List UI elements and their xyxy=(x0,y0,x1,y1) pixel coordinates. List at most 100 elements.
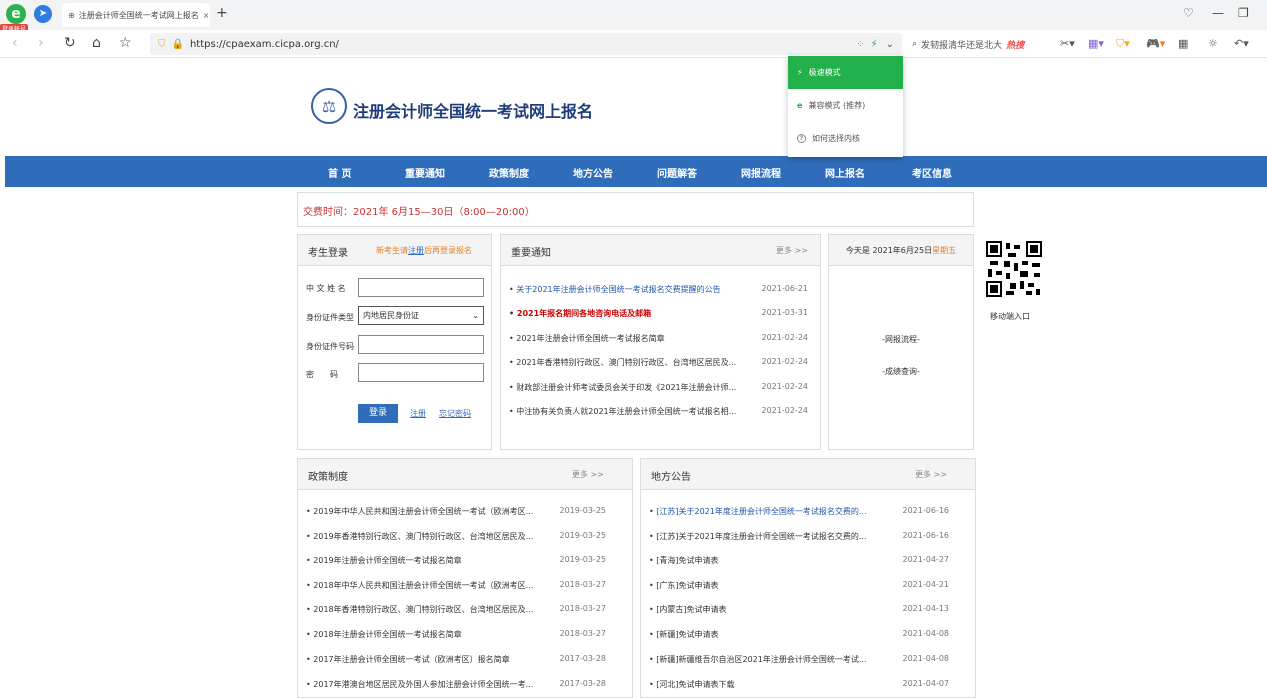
item-text: 2021年注册会计师全国统一考试报名简章 xyxy=(509,333,744,344)
apps-grid-icon[interactable]: ▦ xyxy=(1178,37,1188,50)
item-text: 2017年港澳台地区居民及外国人参加注册会计师全国统一考... xyxy=(306,679,542,690)
password-label: 密 码 xyxy=(306,370,338,379)
login-title: 考生登录 xyxy=(308,248,348,259)
item-text: 2021年报名期间各地咨询电话及邮箱 xyxy=(509,308,744,319)
item-date: 2018-03-27 xyxy=(559,629,607,638)
promo-text-post: 后再登录报名 xyxy=(424,246,472,255)
new-tab-button[interactable]: + xyxy=(216,5,228,21)
menu-item-fast-mode[interactable]: ⚡ 极速模式 xyxy=(788,56,903,89)
item-date: 2021-02-24 xyxy=(761,406,809,415)
item-text: 2018年注册会计师全国统一考试报名简章 xyxy=(306,629,542,640)
item-date: 2021-04-21 xyxy=(902,580,950,589)
list-item[interactable]: 2021年报名期间各地咨询电话及邮箱 2021-03-31 xyxy=(509,308,812,322)
more-link[interactable]: 更多 >> xyxy=(776,245,808,256)
translate-icon[interactable]: ▦▾ xyxy=(1088,37,1104,50)
more-link[interactable]: 更多 >> xyxy=(915,469,947,480)
item-text: 关于2021年注册会计师全国统一考试报名交费提醒的公告 xyxy=(509,284,744,295)
list-item[interactable]: 财政部注册会计师考试委员会关于印发《2021年注册会计师... 2021-02-2… xyxy=(509,382,812,396)
idtype-label: 身份证件类型 xyxy=(306,313,354,322)
brightness-icon[interactable]: ☼ xyxy=(1208,37,1218,50)
list-item[interactable]: [内蒙古]免试申请表 2021-04-13 xyxy=(649,604,967,618)
search-box[interactable]: ⌕ 发韧报清华还是北大 热搜 xyxy=(912,33,1048,55)
browser-tab[interactable]: ⊕ 注册会计师全国统一考试网上报名 × xyxy=(62,3,210,27)
process-link[interactable]: -网报流程- xyxy=(829,334,973,345)
login-button[interactable]: 登录 xyxy=(358,404,398,423)
item-text: [青海]免试申请表 xyxy=(649,555,885,566)
maximize-icon[interactable]: ❐ xyxy=(1238,6,1249,20)
menu-item-compat-mode[interactable]: e 兼容模式 (推荐) xyxy=(788,89,903,122)
item-text: 2017年注册会计师全国统一考试（欧洲考区）报名简章 xyxy=(306,654,542,665)
list-item[interactable]: 2021年注册会计师全国统一考试报名简章 2021-02-24 xyxy=(509,333,812,347)
skin-icon[interactable]: ♡ xyxy=(1183,6,1194,20)
list-item[interactable]: 2019年注册会计师全国统一考试报名简章 2019-03-25 xyxy=(306,555,624,569)
list-item[interactable]: 2018年香港特别行政区、澳门特别行政区、台湾地区居民及... 2018-03-2… xyxy=(306,604,624,618)
back-icon[interactable]: ‹ xyxy=(12,35,18,51)
score-query-link[interactable]: -成绩查询- xyxy=(829,366,973,377)
extension-icon[interactable]: ⛉▾ xyxy=(1116,37,1130,51)
list-item[interactable]: [新疆]免试申请表 2021-04-08 xyxy=(649,629,967,643)
more-link[interactable]: 更多 >> xyxy=(572,469,604,480)
star-icon[interactable]: ☆ xyxy=(119,35,132,51)
list-item[interactable]: 2019年中华人民共和国注册会计师全国统一考试（欧洲考区... 2019-03-2… xyxy=(306,506,624,520)
password-field[interactable] xyxy=(358,363,484,382)
list-item[interactable]: [青海]免试申请表 2021-04-27 xyxy=(649,555,967,569)
nav-item-policy[interactable]: 政策制度 xyxy=(489,165,529,180)
item-text: [江苏]关于2021年度注册会计师全国统一考试报名交费的... xyxy=(649,531,885,542)
list-item[interactable]: [江苏]关于2021年度注册会计师全国统一考试报名交费的... 2021-06-1… xyxy=(649,531,967,545)
scissors-icon[interactable]: ✂▾ xyxy=(1060,37,1075,50)
minimize-icon[interactable]: — xyxy=(1212,6,1224,20)
list-item[interactable]: 2017年注册会计师全国统一考试（欧洲考区）报名简章 2017-03-28 xyxy=(306,654,624,668)
promo-register-link[interactable]: 注册 xyxy=(408,246,424,255)
nav-item-register[interactable]: 网上报名 xyxy=(825,165,865,180)
qrcode-small-icon[interactable]: ⁘ xyxy=(856,39,864,50)
item-date: 2021-02-24 xyxy=(761,333,809,342)
menu-item-label: 兼容模式 (推荐) xyxy=(808,101,866,110)
policy-panel: 政策制度 更多 >> 2019年中华人民共和国注册会计师全国统一考试（欧洲考区.… xyxy=(297,458,633,698)
list-item[interactable]: 2018年中华人民共和国注册会计师全国统一考试（欧洲考区... 2018-03-2… xyxy=(306,580,624,594)
nav-item-home[interactable]: 首 页 xyxy=(328,165,351,180)
today-date-text: 今天是 2021年6月25日 xyxy=(845,246,933,255)
forward-icon[interactable]: › xyxy=(38,35,44,51)
list-item[interactable]: [广东]免试申请表 2021-04-21 xyxy=(649,580,967,594)
payment-notice: 交费时间：2021年 6月15—30日（8:00—20:00） xyxy=(297,192,974,227)
nav-item-exam-areas[interactable]: 考区信息 xyxy=(912,165,952,180)
chevron-down-icon[interactable]: ⌄ xyxy=(886,39,894,50)
idno-field[interactable] xyxy=(358,335,484,354)
menu-item-how-to-choose[interactable]: ? 如何选择内核 xyxy=(788,122,903,155)
today-weekday: 星期五 xyxy=(932,246,957,255)
navigation-icon[interactable]: ➤ xyxy=(34,5,52,23)
browser-logo-icon[interactable]: e xyxy=(6,4,26,24)
undo-icon[interactable]: ↶▾ xyxy=(1234,37,1249,50)
browser-tab-bar: e 登录帐号 ➤ ⊕ 注册会计师全国统一考试网上报名 × + ♡ — ❐ xyxy=(0,0,1267,33)
item-date: 2021-06-16 xyxy=(902,506,950,515)
kernel-mode-icon[interactable]: ⚡ xyxy=(871,39,878,50)
mobile-qr-code[interactable] xyxy=(986,241,1042,297)
nav-item-notices[interactable]: 重要通知 xyxy=(405,165,445,180)
nav-item-process[interactable]: 网报流程 xyxy=(741,165,781,180)
list-item[interactable]: 2021年香港特别行政区、澳门特别行政区、台湾地区居民及... 2021-02-2… xyxy=(509,357,812,371)
list-item[interactable]: 2018年注册会计师全国统一考试报名简章 2018-03-27 xyxy=(306,629,624,643)
panel-header: 政策制度 更多 >> xyxy=(298,459,632,490)
menu-item-label: 如何选择内核 xyxy=(812,134,860,143)
nav-item-local[interactable]: 地方公告 xyxy=(573,165,613,180)
tab-close-icon[interactable]: × xyxy=(203,11,210,20)
nav-item-faq[interactable]: 问题解答 xyxy=(657,165,697,180)
list-item[interactable]: 关于2021年注册会计师全国统一考试报名交费提醒的公告 2021-06-21 xyxy=(509,284,812,298)
list-item[interactable]: 中注协有关负责人就2021年注册会计师全国统一考试报名相... 2021-02-2… xyxy=(509,406,812,420)
list-item[interactable]: [江苏]关于2021年度注册会计师全国统一考试报名交费的... 2021-06-1… xyxy=(649,506,967,520)
name-field[interactable] xyxy=(358,278,484,297)
reload-icon[interactable]: ↻ xyxy=(64,35,76,51)
idtype-select[interactable]: 内地居民身份证 ⌄ xyxy=(358,306,484,325)
idno-label: 身份证件号码 xyxy=(306,342,354,351)
forgot-password-link[interactable]: 忘记密码 xyxy=(439,408,471,419)
game-icon[interactable]: 🎮▾ xyxy=(1146,37,1165,50)
home-icon[interactable]: ⌂ xyxy=(92,35,101,51)
list-item[interactable]: 2019年香港特别行政区、澳门特别行政区、台湾地区居民及... 2019-03-2… xyxy=(306,531,624,545)
panel-title: 重要通知 xyxy=(511,248,551,259)
question-icon: ? xyxy=(797,134,806,143)
address-bar[interactable]: ⛉ 🔒 https://cpaexam.cicpa.org.cn/ ⁘ ⚡ ⌄ xyxy=(150,33,902,55)
item-text: 2021年香港特别行政区、澳门特别行政区、台湾地区居民及... xyxy=(509,357,744,368)
kernel-mode-dropdown: ⚡ 极速模式 e 兼容模式 (推荐) ? 如何选择内核 xyxy=(788,56,903,157)
register-link[interactable]: 注册 xyxy=(410,408,426,419)
list-item[interactable]: [新疆]新疆维吾尔自治区2021年注册会计师全国统一考试... 2021-04-0… xyxy=(649,654,967,668)
